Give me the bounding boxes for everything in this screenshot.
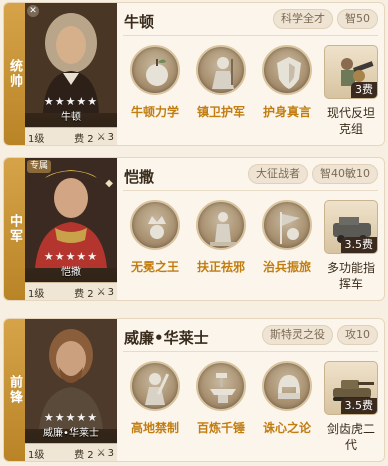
anvil-icon [196, 361, 246, 411]
portrait-hero-name: 恺撒 [61, 267, 81, 278]
sword-icon: ⚔ [96, 287, 106, 298]
hero-portrait[interactable]: 专属 ◆ ★★★★★ 恺撒 1级 费 2 ⚔ 3 [25, 158, 117, 300]
gear-cost: 3费 [351, 82, 377, 98]
sword-icon: ⚔ [96, 448, 106, 459]
skill-item[interactable]: 镇卫护军 [188, 45, 254, 120]
skill-item[interactable]: 扶正祛邪 [188, 200, 254, 275]
command-vehicle-icon: 3.5费 [324, 200, 378, 254]
hero-name: 恺撒 [124, 168, 155, 186]
star-rating: ★★★★★ [43, 411, 99, 424]
skill-item[interactable]: 诛心之论 [254, 361, 320, 436]
portrait-hero-name: 牛顿 [61, 112, 81, 123]
gear-cost: 3.5费 [340, 237, 377, 253]
hero-tags: 斯特灵之役 攻10 [262, 325, 378, 345]
hero-card-newton[interactable]: 统帅 ✕ ★★★★★ 牛顿 1级 费 2 ⚔ 3 牛顿 科学全才 智50 牛顿力… [3, 2, 385, 146]
skill-name: 诛心之论 [262, 421, 311, 435]
divider [123, 351, 378, 352]
anti-tank-unit-icon: 3费 [324, 45, 378, 99]
sword-icon: ⚔ [96, 132, 106, 143]
hero-cost: 费 2 [74, 289, 94, 300]
role-label: 统帅 [4, 3, 25, 145]
helmet-icon [262, 361, 312, 411]
gear-cost: 3.5费 [340, 398, 377, 414]
hero-cost: 费 2 [74, 134, 94, 145]
hero-stats-footer: 1级 费 2 ⚔ 3 [25, 127, 117, 145]
skill-list: 牛顿力学 镇卫护军 护身真言 [122, 45, 320, 120]
hero-tags: 大征战者 智40敏10 [248, 164, 378, 184]
skill-name: 高地禁制 [130, 421, 179, 435]
hero-portrait[interactable]: ✕ ★★★★★ 牛顿 1级 费 2 ⚔ 3 [25, 3, 117, 145]
divider [123, 35, 378, 36]
skill-item[interactable]: 治兵振旅 [254, 200, 320, 275]
hero-level: 1级 [28, 289, 45, 300]
crowned-king-icon [130, 200, 180, 250]
skill-list: 高地禁制 百炼千锤 诛心之论 [122, 361, 320, 436]
skill-name: 镇卫护军 [196, 105, 245, 119]
hero-sword-count: 3 [107, 132, 114, 143]
skill-name: 无冕之王 [130, 260, 179, 274]
skill-name: 牛顿力学 [130, 105, 179, 119]
skill-item[interactable]: 无冕之王 [122, 200, 188, 275]
gear-name: 现代反坦克组 [326, 106, 375, 136]
skill-name: 护身真言 [262, 105, 311, 119]
stat-tag: 智50 [337, 9, 378, 29]
skill-item[interactable]: 护身真言 [254, 45, 320, 120]
shield-icon [262, 45, 312, 95]
hero-level: 1级 [28, 450, 45, 461]
hero-stats-footer: 1级 费 2 ⚔ 3 [25, 443, 117, 461]
hero-card-wallace[interactable]: 前锋 ★★★★★ 威廉•华莱士 1级 费 2 ⚔ 3 威廉•华莱士 斯特灵之役 … [3, 318, 385, 462]
hero-card-caesar[interactable]: 中军 专属 ◆ ★★★★★ 恺撒 1级 费 2 ⚔ 3 恺撒 大征战者 智40敏… [3, 157, 385, 301]
skill-name: 百炼千锤 [196, 421, 245, 435]
gear-slot[interactable]: 3.5费 剑齿虎二代 [322, 361, 380, 453]
soldier-icon [196, 45, 246, 95]
hero-portrait[interactable]: ★★★★★ 威廉•华莱士 1级 费 2 ⚔ 3 [25, 319, 117, 461]
skill-name: 扶正祛邪 [196, 260, 245, 274]
stat-tag: 智40敏10 [312, 164, 378, 184]
trait-tag: 大征战者 [248, 164, 308, 184]
role-label: 中军 [4, 158, 25, 300]
hero-sword-count: 3 [107, 448, 114, 459]
statue-icon [196, 200, 246, 250]
hero-sword-count: 3 [107, 287, 114, 298]
tank-icon: 3.5费 [324, 361, 378, 415]
skill-list: 无冕之王 扶正祛邪 治兵振旅 [122, 200, 320, 275]
gear-slot[interactable]: 3费 现代反坦克组 [322, 45, 380, 137]
apple-icon [130, 45, 180, 95]
hero-name: 牛顿 [124, 13, 155, 31]
hero-cost: 费 2 [74, 450, 94, 461]
skill-name: 治兵振旅 [262, 260, 311, 274]
skill-item[interactable]: 百炼千锤 [188, 361, 254, 436]
warrior-icon [130, 361, 180, 411]
banner-icon [262, 200, 312, 250]
trait-tag: 斯特灵之役 [262, 325, 333, 345]
gear-name: 多功能指挥车 [326, 261, 375, 291]
close-icon[interactable]: ✕ [27, 5, 39, 17]
exclusive-tag: 专属 [27, 160, 52, 173]
divider [123, 190, 378, 191]
hero-name: 威廉•华莱士 [124, 329, 209, 347]
skill-item[interactable]: 高地禁制 [122, 361, 188, 436]
gear-slot[interactable]: 3.5费 多功能指挥车 [322, 200, 380, 292]
star-rating: ★★★★★ [43, 95, 99, 108]
portrait-hero-name: 威廉•华莱士 [43, 428, 99, 439]
hero-tags: 科学全才 智50 [273, 9, 378, 29]
hero-stats-footer: 1级 费 2 ⚔ 3 [25, 282, 117, 300]
gear-name: 剑齿虎二代 [326, 422, 375, 452]
trait-tag: 科学全才 [273, 9, 333, 29]
role-label: 前锋 [4, 319, 25, 461]
hero-level: 1级 [28, 134, 45, 145]
stat-tag: 攻10 [337, 325, 378, 345]
skill-item[interactable]: 牛顿力学 [122, 45, 188, 120]
diamond-icon: ◆ [105, 178, 113, 189]
star-rating: ★★★★★ [43, 250, 99, 263]
